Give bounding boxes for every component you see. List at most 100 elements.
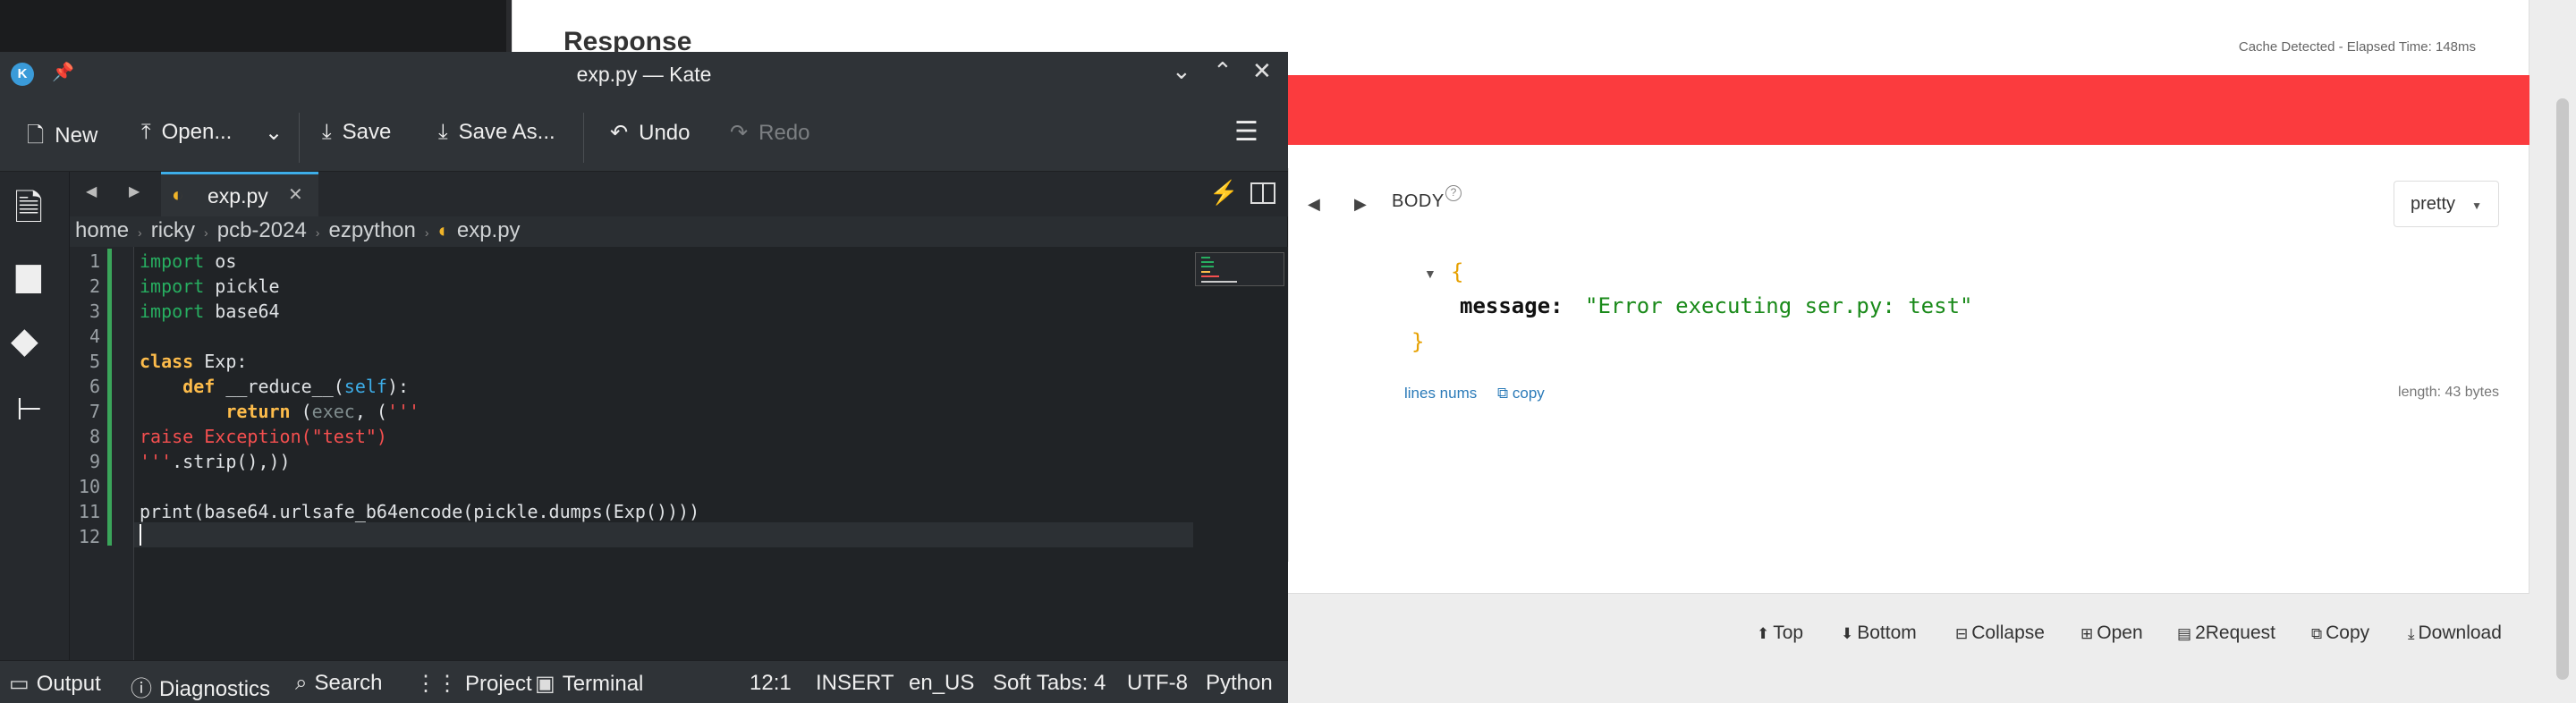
terminal-icon: ▣ (535, 672, 555, 696)
copy-link[interactable]: ⧉ copy (1497, 385, 1545, 402)
upload-icon: ⤒ (141, 120, 151, 144)
top-button[interactable]: ⬆ Top (1757, 623, 1803, 644)
syntax-mode[interactable]: Python (1206, 671, 1273, 696)
minimap[interactable] (1195, 252, 1284, 286)
line-number: 1 (89, 250, 100, 272)
line-number: 4 (89, 326, 100, 347)
code-line: return (exec, (''' (225, 401, 420, 422)
quick-action-icon[interactable]: ⚡ (1209, 179, 1238, 207)
response-length: length: 43 bytes (2398, 385, 2499, 400)
browser-scrollbar[interactable] (2556, 98, 2569, 680)
code-line: class Exp: (140, 351, 248, 372)
line-number: 11 (78, 501, 100, 522)
documents-icon[interactable]: 🗎 (14, 182, 43, 243)
collapse-button[interactable]: ⊟ Collapse (1955, 623, 2045, 644)
download-label: Download (2418, 623, 2502, 643)
undo-button[interactable]: ↶ Undo (610, 120, 690, 146)
bottom-button[interactable]: ⬇ Bottom (1841, 623, 1917, 644)
tab-prev-icon[interactable]: ◀ (86, 182, 97, 200)
code-line: import pickle (140, 275, 280, 297)
tab-close-icon[interactable]: ✕ (288, 183, 303, 206)
output-button[interactable]: ▭ Output (9, 671, 101, 697)
breadcrumb-sep: › (204, 225, 208, 240)
code-line: print(base64.urlsafe_b64encode(pickle.du… (140, 501, 700, 522)
tab-next-icon[interactable]: ▶ (129, 182, 140, 200)
breadcrumb-file[interactable]: exp.py (457, 218, 521, 242)
undo-label: Undo (639, 121, 691, 145)
redo-label: Redo (758, 121, 810, 145)
open-button[interactable]: ⤒ Open... (141, 120, 232, 145)
new-label: New (55, 123, 98, 148)
collapse-label: Collapse (1971, 623, 2045, 643)
bottom-label: Bottom (1857, 623, 1917, 643)
line-number: 7 (89, 401, 100, 422)
symbol-tree-icon[interactable]: ⊢ (16, 392, 43, 428)
help-icon[interactable]: ? (1445, 185, 1462, 201)
encoding[interactable]: UTF-8 (1127, 671, 1188, 696)
json-open-brace: { (1451, 259, 1464, 284)
chevron-down-icon: ⌄ (265, 121, 284, 145)
hamburger-menu-icon[interactable]: ☰ (1234, 116, 1258, 148)
redo-icon: ↷ (730, 121, 749, 145)
input-mode[interactable]: INSERT (816, 671, 894, 696)
breadcrumb-home[interactable]: home (75, 218, 129, 242)
breadcrumb-sep: › (315, 225, 320, 240)
download-button[interactable]: ⤓ Download (2408, 623, 2502, 644)
new-button[interactable]: 🗋 New (27, 120, 97, 157)
copy-icon: ⧉ (2311, 625, 2323, 642)
breadcrumb-ezpython[interactable]: ezpython (328, 218, 415, 242)
top-label: Top (1773, 623, 1804, 643)
open-button[interactable]: ⊞ Open (2080, 623, 2143, 644)
python-icon: ◐ (172, 183, 184, 206)
open-label: Open (2097, 623, 2143, 643)
search-label: Search (314, 671, 383, 695)
search-button[interactable]: ⌕ Search (295, 671, 383, 696)
tab-exp-py[interactable]: ◐ exp.py ✕ (161, 172, 318, 216)
diagnostics-button[interactable]: ⓘ Diagnostics (131, 671, 270, 702)
kate-titlebar[interactable]: K 📌 exp.py — Kate ⌄ ⌃ ✕ (0, 52, 1288, 97)
close-icon[interactable]: ✕ (1252, 57, 1272, 85)
save-as-icon: ⤓ (438, 120, 448, 144)
breadcrumb-pcb[interactable]: pcb-2024 (217, 218, 307, 242)
window-title: exp.py — Kate (576, 63, 712, 86)
python-icon: ◐ (437, 219, 450, 241)
json-key-message: message: (1460, 293, 1563, 318)
minimize-icon[interactable]: ⌄ (1172, 57, 1191, 85)
indentation-settings[interactable]: Soft Tabs: 4 (993, 671, 1106, 696)
current-line-highlight (134, 522, 1193, 547)
body-label: BODY (1392, 191, 1445, 211)
diagnostics-label: Diagnostics (159, 677, 271, 701)
breadcrumb-sep: › (424, 225, 429, 240)
tab-label: exp.py (208, 184, 268, 208)
json-collapse-toggle-icon[interactable]: ▼ (1424, 267, 1436, 281)
save-button[interactable]: ⤓ Save (322, 120, 391, 145)
toolbar-separator (299, 113, 300, 163)
body-panel (1288, 168, 2513, 562)
breadcrumb-ricky[interactable]: ricky (151, 218, 195, 242)
redo-button[interactable]: ↷ Redo (730, 120, 809, 146)
save-as-button[interactable]: ⤓ Save As... (438, 120, 555, 145)
open-recent-dropdown[interactable]: ⌄ (265, 120, 283, 146)
collapse-left-icon[interactable]: ◀ (1308, 195, 1320, 214)
copy-button[interactable]: ⧉ Copy (2311, 623, 2369, 644)
alert-circle-icon: ⓘ (131, 677, 152, 701)
lines-nums-link[interactable]: lines nums (1404, 385, 1477, 402)
folder-icon[interactable]: ▆ (16, 256, 41, 293)
cursor-position[interactable]: 12:1 (750, 671, 792, 696)
git-icon[interactable]: ◆ (11, 320, 38, 361)
split-view-icon[interactable] (1250, 182, 1275, 204)
open-label: Open... (161, 120, 233, 144)
expand-right-icon[interactable]: ▶ (1354, 195, 1367, 214)
terminal-button[interactable]: ▣ Terminal (535, 671, 643, 697)
project-label: Project (465, 672, 532, 696)
maximize-icon[interactable]: ⌃ (1213, 57, 1233, 85)
view-mode-select[interactable]: pretty ▼ (2394, 181, 2499, 227)
to-request-button[interactable]: ▤ 2Request (2177, 623, 2275, 644)
spellcheck-dictionary[interactable]: en_US (909, 671, 974, 696)
project-button[interactable]: ⋮⋮ Project (415, 671, 532, 697)
copy-button-label: Copy (2326, 623, 2370, 643)
undo-icon: ↶ (610, 121, 629, 145)
line-number: 9 (89, 451, 100, 472)
view-mode-value: pretty (2411, 194, 2456, 214)
output-label: Output (36, 672, 101, 696)
